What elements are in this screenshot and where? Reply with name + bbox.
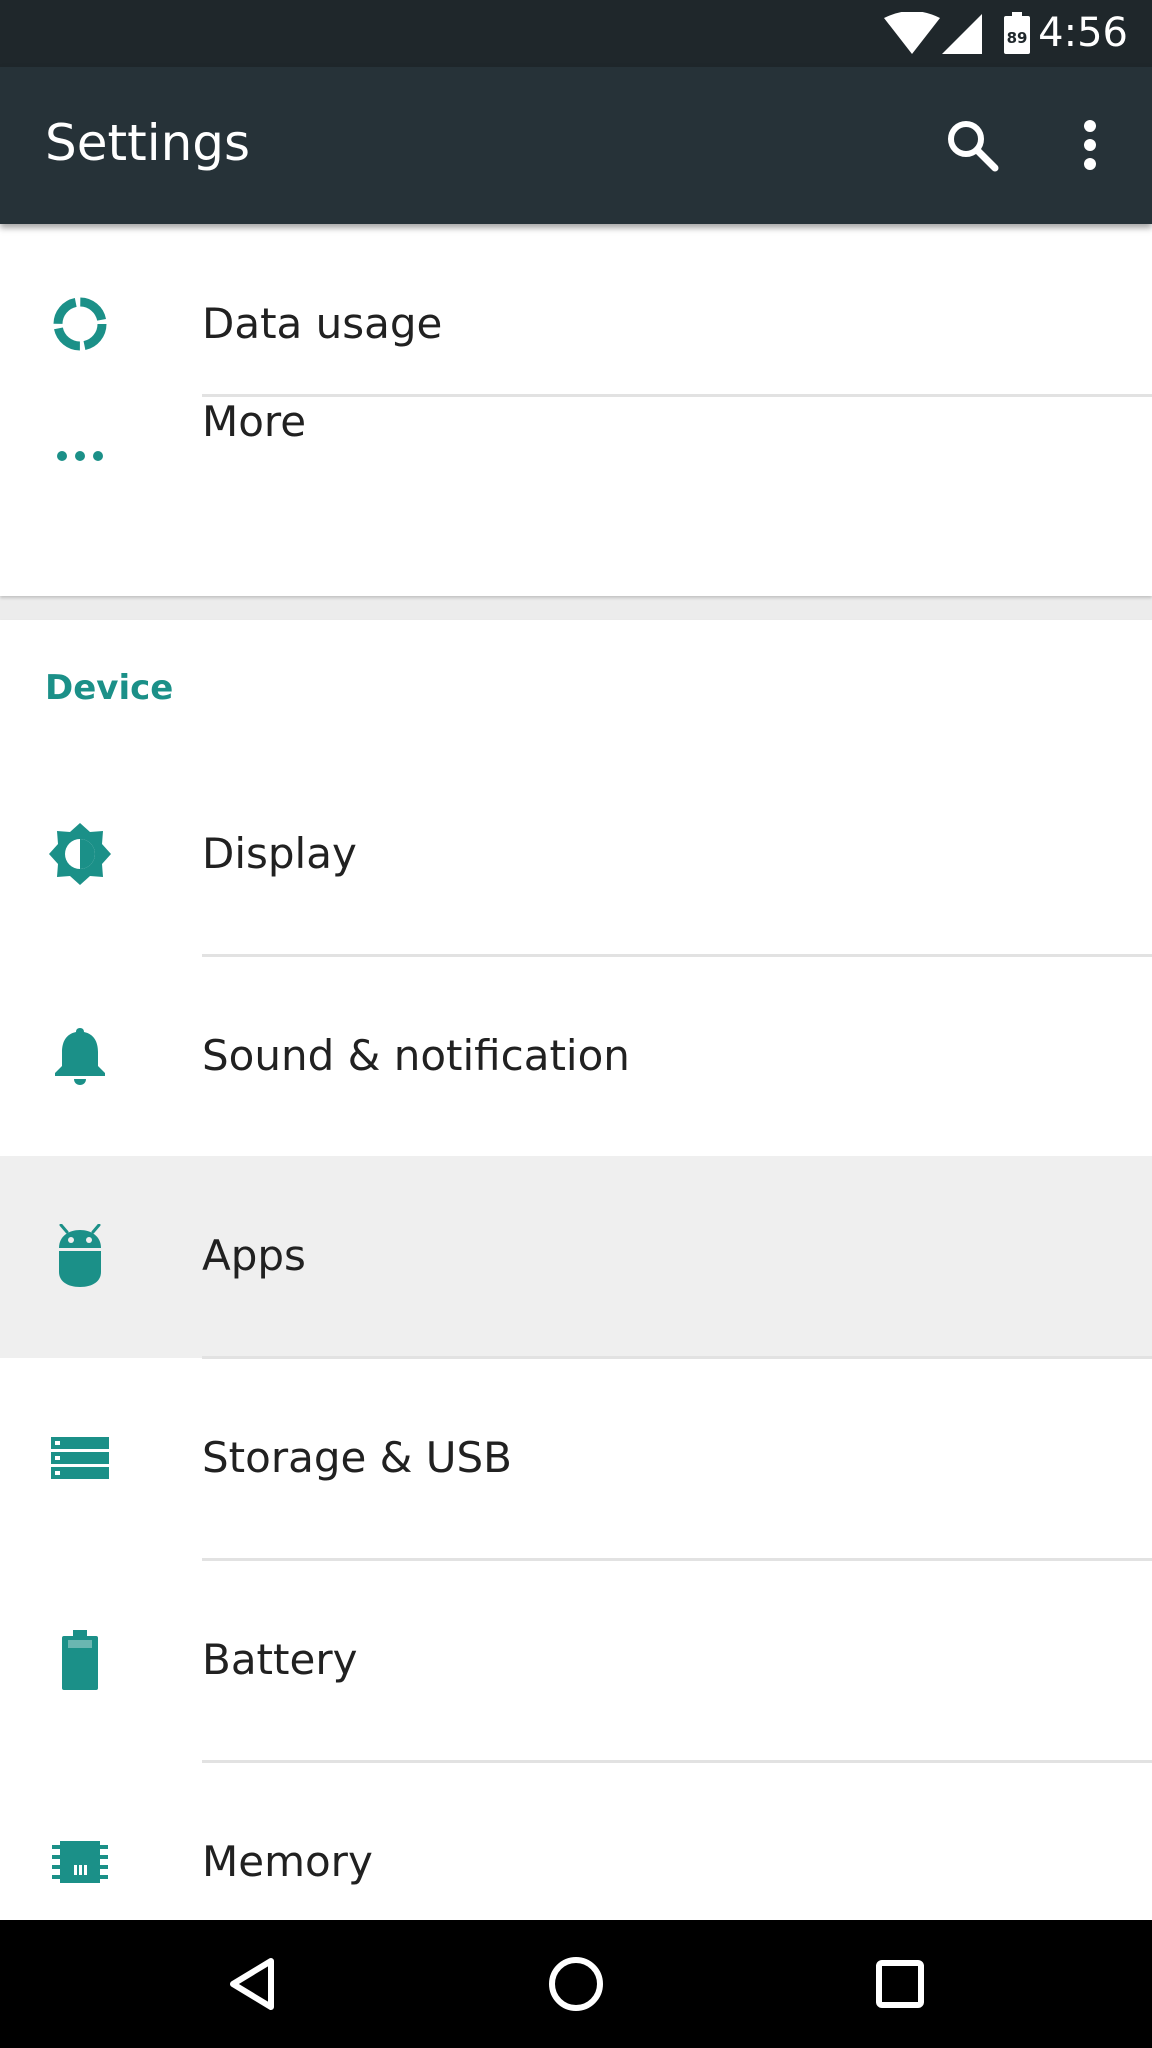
more-vert-icon [1084,120,1096,170]
cell-signal-icon [942,14,982,54]
back-button[interactable] [192,1934,312,2034]
settings-item-label: Storage & USB [202,1433,512,1482]
android-icon [48,1224,112,1288]
bell-icon [48,1024,112,1088]
brightness-icon [48,822,112,886]
settings-item-label: Data usage [202,299,443,348]
recents-icon [876,1960,924,2008]
settings-item-label: Battery [202,1635,358,1684]
settings-item-label: Memory [202,1837,373,1886]
navigation-bar [0,1920,1152,2048]
battery-full-icon [48,1628,112,1692]
settings-item-storage-usb[interactable]: Storage & USB [0,1358,1152,1559]
home-icon [549,1957,603,2011]
settings-screen: 89 4:56 Settings Data usage More Device … [0,0,1152,2048]
data-usage-icon [48,292,112,356]
search-button[interactable] [924,97,1020,193]
battery-icon: 89 [1004,12,1030,54]
page-title: Settings [45,114,251,172]
overflow-menu-button[interactable] [1042,97,1138,193]
settings-list: Data usage More Device Display Sound & n… [0,224,1152,1920]
settings-item-display[interactable]: Display [0,754,1152,955]
search-icon [948,121,999,172]
wireless-networks-card: Data usage More [0,224,1152,596]
settings-item-battery[interactable]: Battery [0,1560,1152,1761]
recents-button[interactable] [840,1934,960,2034]
section-header-device: Device [45,668,174,708]
more-horiz-icon [48,424,112,488]
settings-item-label: Apps [202,1231,306,1280]
storage-icon [48,1426,112,1490]
battery-level-text: 89 [1006,29,1028,47]
settings-item-apps[interactable]: Apps [0,1156,1152,1358]
settings-item-label: Sound & notification [202,1031,630,1080]
app-bar: Settings [0,67,1152,224]
settings-item-more[interactable]: More [0,397,1152,598]
status-time: 4:56 [1038,10,1128,56]
memory-chip-icon [48,1830,112,1894]
back-icon [230,1958,274,2010]
settings-item-memory[interactable]: Memory [0,1762,1152,1920]
device-card: Device Display Sound & notification Apps… [0,620,1152,1920]
home-button[interactable] [516,1934,636,2034]
settings-item-label: Display [202,829,357,878]
status-bar: 89 4:56 [0,0,1152,67]
wifi-icon [884,12,940,54]
settings-item-sound-notification[interactable]: Sound & notification [0,956,1152,1157]
settings-item-label: More [202,397,307,446]
